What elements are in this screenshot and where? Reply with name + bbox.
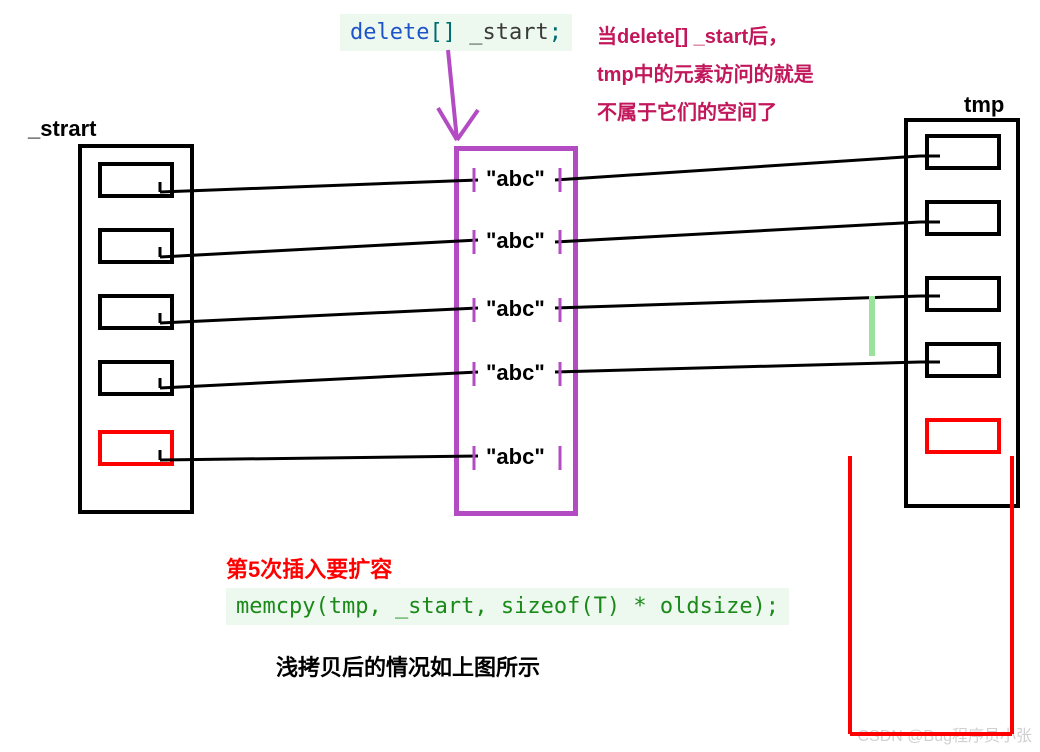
abc-1: "abc"	[486, 228, 545, 254]
right-slot-1	[925, 200, 1001, 236]
caption-expand: 第5次插入要扩容	[226, 552, 392, 584]
abc-0: "abc"	[486, 166, 545, 192]
left-slot-4	[98, 430, 174, 466]
right-slot-4	[925, 418, 1001, 454]
annotation-note: 当delete[] _start后，tmp中的元素访问的就是不属于它们的空间了	[597, 18, 817, 132]
diagram-canvas: delete[] _start; 当delete[] _start后，tmp中的…	[0, 0, 1040, 752]
right-slot-2	[925, 276, 1001, 312]
label-start: _strart	[28, 116, 96, 142]
left-slot-0	[98, 162, 174, 198]
kw-semi: ;	[549, 20, 562, 45]
abc-2: "abc"	[486, 296, 545, 322]
left-slot-1	[98, 228, 174, 264]
left-slot-3	[98, 360, 174, 396]
right-slot-0	[925, 134, 1001, 170]
caption-shallow-copy: 浅拷贝后的情况如上图所示	[276, 650, 540, 682]
abc-4: "abc"	[486, 444, 545, 470]
code-delete: delete[] _start;	[340, 14, 572, 51]
kw-brackets: []	[429, 20, 469, 45]
left-slot-2	[98, 294, 174, 330]
kw-delete: delete	[350, 20, 429, 45]
watermark: CSDN @Bug程序员小张	[858, 722, 1033, 746]
code-memcpy: memcpy(tmp, _start, sizeof(T) * oldsize)…	[226, 588, 789, 625]
right-slot-3	[925, 342, 1001, 378]
label-tmp: tmp	[964, 92, 1004, 118]
abc-3: "abc"	[486, 360, 545, 386]
kw-var: _start	[469, 20, 548, 45]
